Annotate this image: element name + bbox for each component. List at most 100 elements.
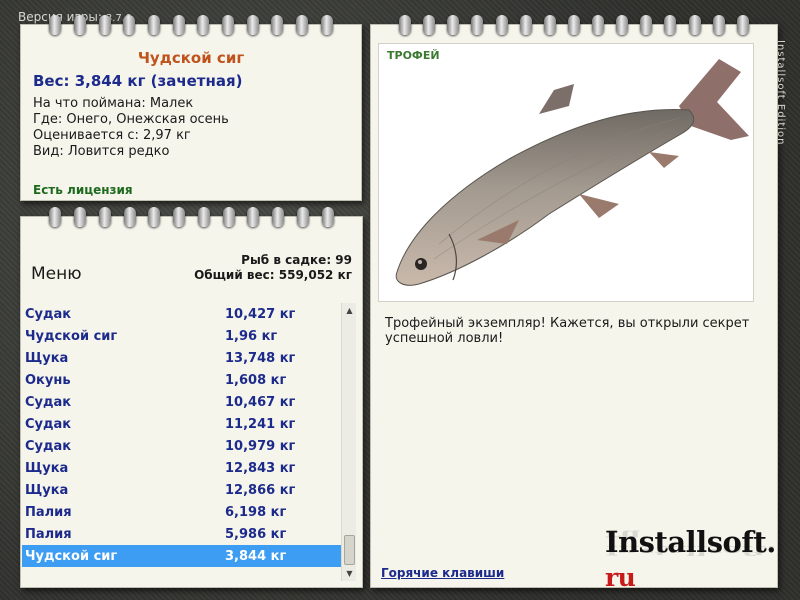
catch-row[interactable]: Чудской сиг 3,844 кг bbox=[22, 545, 342, 567]
catch-row-fish: Палия bbox=[25, 504, 72, 520]
catch-row-weight: 10,427 кг bbox=[225, 306, 296, 322]
scroll-thumb[interactable] bbox=[344, 535, 355, 565]
spiral-ring-icon bbox=[98, 15, 111, 35]
total-weight: Общий вес: 559,052 кг bbox=[194, 268, 352, 282]
spiral-ring-icon bbox=[49, 207, 62, 227]
spiral-ring-icon bbox=[736, 15, 749, 35]
spiral-ring-icon bbox=[247, 207, 260, 227]
fish-estimate: Оценивается с: 2,97 кг bbox=[33, 128, 191, 143]
catch-row-weight: 11,241 кг bbox=[225, 416, 296, 432]
spiral-ring-icon bbox=[296, 207, 309, 227]
fish-name: Чудской сиг bbox=[137, 49, 245, 67]
catch-row-fish: Щука bbox=[25, 482, 69, 498]
spiral-binding bbox=[21, 15, 361, 37]
spiral-ring-icon bbox=[688, 15, 701, 35]
catch-row-weight: 6,198 кг bbox=[225, 504, 287, 520]
trophy-panel: ТРОФЕЙ Трофейный экземпляр! Кажется, вы … bbox=[370, 15, 778, 592]
fish-location: Где: Онего, Онежская осень bbox=[33, 112, 229, 127]
catch-row-weight: 3,844 кг bbox=[225, 548, 287, 564]
spiral-ring-icon bbox=[272, 207, 285, 227]
catch-row[interactable]: Чудской сиг 1,96 кг bbox=[22, 325, 342, 347]
license-status: Есть лицензия bbox=[33, 183, 133, 197]
spiral-ring-icon bbox=[221, 15, 234, 35]
catch-row[interactable]: Судак 10,467 кг bbox=[22, 391, 342, 413]
spiral-ring-icon bbox=[295, 15, 308, 35]
hotkeys-link[interactable]: Горячие клавиши bbox=[381, 566, 504, 580]
fish-bait: На что поймана: Малек bbox=[33, 96, 194, 111]
catch-row-weight: 13,748 кг bbox=[225, 350, 296, 366]
spiral-binding bbox=[21, 207, 362, 229]
catch-row-fish: Судак bbox=[25, 438, 72, 454]
whitefish-image bbox=[395, 59, 749, 286]
spiral-ring-icon bbox=[592, 15, 605, 35]
catch-row-weight: 1,96 кг bbox=[225, 328, 278, 344]
catch-list-panel: Меню Рыб в садке: 99 Общий вес: 559,052 … bbox=[20, 207, 363, 588]
spiral-ring-icon bbox=[664, 15, 677, 35]
catch-row-fish: Судак bbox=[25, 394, 72, 410]
catch-row[interactable]: Судак 10,427 кг bbox=[22, 303, 342, 325]
catch-row-fish: Палия bbox=[25, 526, 72, 542]
spiral-ring-icon bbox=[640, 15, 653, 35]
edition-label: Installsoft Edition bbox=[775, 40, 786, 146]
scroll-up-icon[interactable]: ▲ bbox=[342, 303, 357, 318]
spiral-ring-icon bbox=[712, 15, 725, 35]
catch-row-weight: 1,608 кг bbox=[225, 372, 287, 388]
spiral-ring-icon bbox=[147, 15, 160, 35]
trophy-image-box: ТРОФЕЙ bbox=[378, 43, 754, 302]
fish-weight: Вес: 3,844 кг (зачетная) bbox=[33, 72, 243, 90]
spiral-ring-icon bbox=[197, 15, 210, 35]
fish-count: Рыб в садке: 99 bbox=[241, 253, 352, 267]
spiral-ring-icon bbox=[423, 15, 436, 35]
catch-row-fish: Чудской сиг bbox=[25, 548, 118, 564]
catch-row[interactable]: Судак 11,241 кг bbox=[22, 413, 342, 435]
spiral-ring-icon bbox=[74, 207, 87, 227]
catch-row[interactable]: Судак 10,979 кг bbox=[22, 435, 342, 457]
catch-row-weight: 10,467 кг bbox=[225, 394, 296, 410]
spiral-ring-icon bbox=[246, 15, 259, 35]
spiral-ring-icon bbox=[172, 15, 185, 35]
catch-row-fish: Окунь bbox=[25, 372, 71, 388]
spiral-ring-icon bbox=[543, 15, 556, 35]
spiral-ring-icon bbox=[173, 207, 186, 227]
spiral-ring-icon bbox=[320, 15, 333, 35]
catch-row[interactable]: Окунь 1,608 кг bbox=[22, 369, 342, 391]
catch-row-fish: Щука bbox=[25, 460, 69, 476]
catch-row-fish: Судак bbox=[25, 416, 72, 432]
spiral-ring-icon bbox=[616, 15, 629, 35]
spiral-ring-icon bbox=[197, 207, 210, 227]
catch-row[interactable]: Щука 13,748 кг bbox=[22, 347, 342, 369]
catch-row[interactable]: Щука 12,843 кг bbox=[22, 457, 342, 479]
spiral-ring-icon bbox=[98, 207, 111, 227]
menu-button[interactable]: Меню bbox=[31, 264, 82, 284]
spiral-ring-icon bbox=[321, 207, 334, 227]
catch-row-fish: Щука bbox=[25, 350, 69, 366]
catch-row-weight: 12,866 кг bbox=[225, 482, 296, 498]
spiral-binding bbox=[371, 15, 777, 37]
list-scrollbar[interactable]: ▲ ▼ bbox=[341, 303, 356, 581]
catch-row-weight: 12,843 кг bbox=[225, 460, 296, 476]
catch-stats: Рыб в садке: 99 Общий вес: 559,052 кг bbox=[194, 253, 352, 283]
catch-row-weight: 5,986 кг bbox=[225, 526, 287, 542]
spiral-ring-icon bbox=[73, 15, 86, 35]
trophy-message: Трофейный экземпляр! Кажется, вы открыли… bbox=[385, 316, 750, 346]
spiral-ring-icon bbox=[49, 15, 62, 35]
scroll-down-icon[interactable]: ▼ bbox=[342, 566, 357, 581]
spiral-ring-icon bbox=[222, 207, 235, 227]
catch-list[interactable]: Судак 10,427 кг Чудской сиг 1,96 кг Щука 13,7… bbox=[22, 303, 342, 585]
spiral-ring-icon bbox=[519, 15, 532, 35]
spiral-ring-icon bbox=[123, 15, 136, 35]
catch-row[interactable]: Щука 12,866 кг bbox=[22, 479, 342, 501]
catch-row-fish: Чудской сиг bbox=[25, 328, 118, 344]
catch-row[interactable]: Палия 6,198 кг bbox=[22, 501, 342, 523]
brand-logo-reflection: Installsoft. ru bbox=[605, 527, 776, 558]
catch-row[interactable]: Палия 5,986 кг bbox=[22, 523, 342, 545]
spiral-ring-icon bbox=[567, 15, 580, 35]
catch-row-fish: Судак bbox=[25, 306, 72, 322]
spiral-ring-icon bbox=[123, 207, 136, 227]
spiral-ring-icon bbox=[447, 15, 460, 35]
fish-info-panel: Чудской сиг Вес: 3,844 кг (зачетная) На … bbox=[20, 15, 362, 201]
fish-kind: Вид: Ловится редко bbox=[33, 144, 170, 159]
spiral-ring-icon bbox=[148, 207, 161, 227]
spiral-ring-icon bbox=[471, 15, 484, 35]
spiral-ring-icon bbox=[271, 15, 284, 35]
